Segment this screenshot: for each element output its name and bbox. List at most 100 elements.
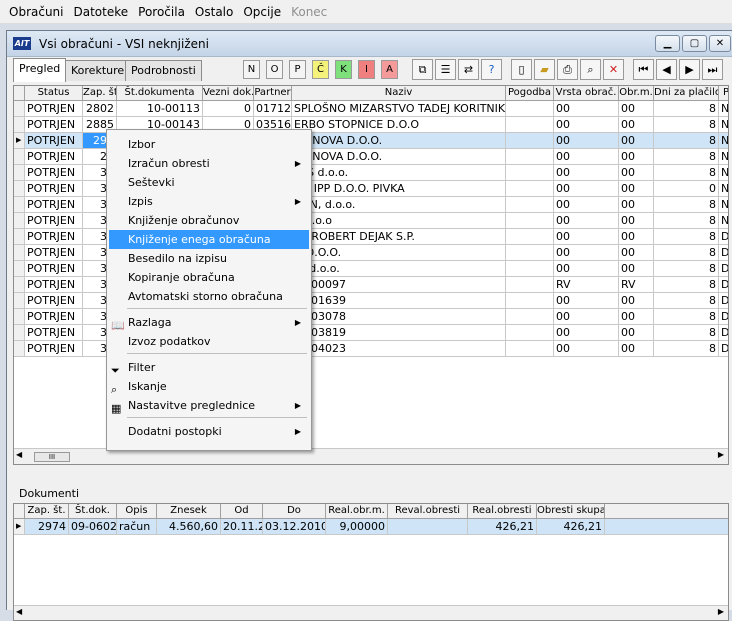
- table-cell[interactable]: N D.O.O.: [292, 245, 506, 261]
- table-cell[interactable]: 00: [554, 133, 619, 149]
- table-cell[interactable]: POTRJEN: [25, 165, 83, 181]
- scroll-thumb[interactable]: III: [34, 452, 70, 462]
- table-cell[interactable]: ES ROBERT DEJAK S.P.: [292, 229, 506, 245]
- help-icon[interactable]: ?: [481, 59, 502, 80]
- column-header[interactable]: Real.obr.m.: [326, 504, 388, 519]
- table-cell[interactable]: SON, d.o.o.: [292, 197, 506, 213]
- column-header[interactable]: Zap. št.: [25, 504, 69, 519]
- table-cell[interactable]: [506, 133, 554, 149]
- filter-p-button[interactable]: P: [289, 60, 306, 79]
- context-menu-item[interactable]: Knjiženje obračunov: [109, 211, 309, 230]
- table-cell[interactable]: 00: [619, 229, 654, 245]
- table-cell[interactable]: [506, 341, 554, 357]
- row-indicator[interactable]: [14, 117, 25, 133]
- table-cell[interactable]: N: [719, 213, 728, 229]
- table-cell[interactable]: [506, 165, 554, 181]
- context-menu-item[interactable]: Izpis ▶: [109, 192, 309, 211]
- table-cell[interactable]: va:04023: [292, 341, 506, 357]
- table-cell[interactable]: 00: [619, 341, 654, 357]
- table-cell[interactable]: 426,21: [468, 519, 537, 535]
- table-cell[interactable]: 8: [654, 325, 719, 341]
- table-cell[interactable]: 8: [654, 165, 719, 181]
- table-cell[interactable]: 00: [619, 165, 654, 181]
- table-cell[interactable]: 0: [654, 181, 719, 197]
- table-cell[interactable]: ERBO STOPNICE D.O.O: [292, 117, 506, 133]
- next-record-icon[interactable]: ▶: [679, 59, 700, 80]
- table-cell[interactable]: OR IPP D.O.O. PIVKA: [292, 181, 506, 197]
- table-cell[interactable]: [506, 101, 554, 117]
- close-window-button[interactable]: ✕: [709, 35, 731, 52]
- table-cell[interactable]: 00: [619, 309, 654, 325]
- table-cell[interactable]: N: [719, 149, 728, 165]
- table-cell[interactable]: 8: [654, 309, 719, 325]
- table-cell[interactable]: 10-00113: [117, 101, 203, 117]
- last-record-icon[interactable]: ⏭: [702, 59, 723, 80]
- table-cell[interactable]: POTRJEN: [25, 117, 83, 133]
- row-indicator[interactable]: [14, 181, 25, 197]
- table-cell[interactable]: D: [719, 229, 728, 245]
- table-cell[interactable]: D: [719, 309, 728, 325]
- row-indicator[interactable]: [14, 277, 25, 293]
- menu-datoteke[interactable]: Datoteke: [69, 5, 134, 19]
- table-cell[interactable]: 00: [619, 181, 654, 197]
- table-cell[interactable]: N: [719, 181, 728, 197]
- table-cell[interactable]: 00: [619, 293, 654, 309]
- maximize-button[interactable]: ▢: [682, 35, 707, 52]
- edit-list-icon[interactable]: ☰: [435, 59, 456, 80]
- table-cell[interactable]: 8: [654, 293, 719, 309]
- table-cell[interactable]: 00: [554, 101, 619, 117]
- context-menu-item[interactable]: Knjiženje enega obračuna: [109, 230, 309, 249]
- table-cell[interactable]: 00: [619, 117, 654, 133]
- table-cell[interactable]: 8: [654, 133, 719, 149]
- table-cell[interactable]: 00: [554, 325, 619, 341]
- minimize-button[interactable]: ▁: [655, 35, 680, 52]
- table-cell[interactable]: 01712: [254, 101, 292, 117]
- column-header[interactable]: Št.dokumenta: [117, 86, 203, 101]
- context-menu-item[interactable]: Razlaga 📖 ▶: [109, 313, 309, 332]
- column-header[interactable]: Dni za plačilo: [654, 86, 719, 101]
- column-header[interactable]: Od: [221, 504, 263, 519]
- context-menu-item[interactable]: Dodatni postopki ▶: [109, 422, 309, 441]
- filter-k-button[interactable]: K: [335, 60, 352, 79]
- column-header[interactable]: Naziv: [292, 86, 506, 101]
- tab-pregled[interactable]: Pregled: [13, 58, 67, 82]
- table-cell[interactable]: POTRJEN: [25, 181, 83, 197]
- table-cell[interactable]: 00: [554, 117, 619, 133]
- table-cell[interactable]: 00: [619, 197, 654, 213]
- table-cell[interactable]: POTRJEN: [25, 101, 83, 117]
- table-cell[interactable]: 8: [654, 101, 719, 117]
- filter-i-button[interactable]: I: [358, 60, 375, 79]
- table-cell[interactable]: 20.11.2009: [221, 519, 263, 535]
- table-cell[interactable]: POTRJEN: [25, 341, 83, 357]
- table-cell[interactable]: D: [719, 261, 728, 277]
- previous-record-icon[interactable]: ◀: [656, 59, 677, 80]
- context-menu-item[interactable]: Izbor: [109, 135, 309, 154]
- filter-n-button[interactable]: N: [243, 60, 260, 79]
- table-cell[interactable]: POTRJEN: [25, 149, 83, 165]
- filter-o-button[interactable]: O: [266, 60, 283, 79]
- table-cell[interactable]: 00: [554, 309, 619, 325]
- table-cell[interactable]: 00: [619, 101, 654, 117]
- table-cell[interactable]: N: [719, 165, 728, 181]
- table-cell[interactable]: 8: [654, 197, 719, 213]
- menu-konec[interactable]: Konec: [286, 5, 332, 19]
- table-cell[interactable]: [506, 325, 554, 341]
- table-cell[interactable]: POTRJEN: [25, 309, 83, 325]
- table-cell[interactable]: 8: [654, 229, 719, 245]
- table-cell[interactable]: 2974: [25, 519, 69, 535]
- table-cell[interactable]: va:03078: [292, 309, 506, 325]
- table-cell[interactable]: [506, 197, 554, 213]
- column-header[interactable]: Vrsta obrač.: [554, 86, 619, 101]
- row-indicator[interactable]: [14, 325, 25, 341]
- row-indicator[interactable]: [14, 261, 25, 277]
- column-header[interactable]: Obr.m.: [619, 86, 654, 101]
- table-cell[interactable]: 03.12.2010: [263, 519, 326, 535]
- context-menu-item[interactable]: Izvoz podatkov: [109, 332, 309, 351]
- scroll-left-icon[interactable]: ◀: [16, 450, 22, 459]
- column-header[interactable]: Do: [263, 504, 326, 519]
- column-header[interactable]: Pre: [719, 86, 728, 101]
- table-cell[interactable]: [506, 229, 554, 245]
- table-cell[interactable]: 09-06021: [69, 519, 117, 535]
- row-indicator[interactable]: ▶: [14, 133, 25, 149]
- search-icon[interactable]: ⌕: [580, 59, 601, 80]
